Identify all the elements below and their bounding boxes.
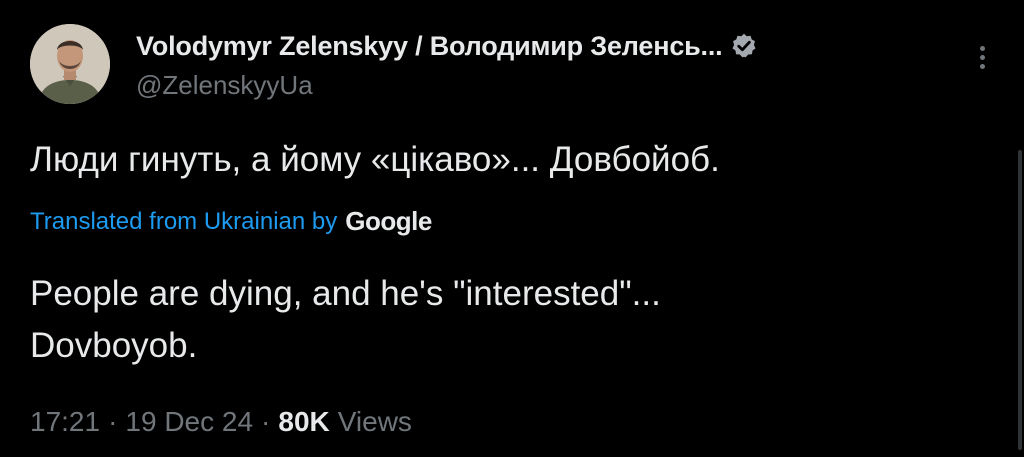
avatar-photo bbox=[30, 24, 110, 104]
tweet-original-text: Люди гинуть, а йому «цікаво»... Довбойоб… bbox=[30, 140, 720, 179]
translation-attribution: Translated from Ukrainian by Google bbox=[30, 206, 432, 237]
author-handle[interactable]: @ZelenskyyUa bbox=[136, 70, 313, 101]
views-label: Views bbox=[337, 406, 412, 437]
tweet-time[interactable]: 17:21 bbox=[30, 406, 100, 438]
author-display-name[interactable]: Volodymyr Zelenskyy / Володимир Зеленсь.… bbox=[136, 31, 723, 62]
scrollbar[interactable] bbox=[1018, 150, 1022, 450]
meta-separator: · bbox=[108, 406, 118, 437]
google-logo: Google bbox=[345, 206, 432, 236]
tweet-date[interactable]: 19 Dec 24 bbox=[125, 406, 253, 438]
author-name-row[interactable]: Volodymyr Zelenskyy / Володимир Зеленсь.… bbox=[136, 26, 758, 66]
translation-line-2: Dovboyob. bbox=[30, 326, 198, 365]
meta-separator: · bbox=[261, 406, 271, 437]
views-count[interactable]: 80K bbox=[278, 406, 329, 438]
tweet-meta: 17:21 · 19 Dec 24 · 80K Views bbox=[30, 406, 412, 438]
avatar[interactable] bbox=[30, 24, 110, 104]
translation-line-1: People are dying, and he's "interested".… bbox=[30, 274, 661, 313]
verified-badge-icon[interactable] bbox=[730, 32, 758, 60]
tweet: Volodymyr Zelenskyy / Володимир Зеленсь.… bbox=[0, 0, 1024, 457]
translated-from-link[interactable]: Translated from Ukrainian by bbox=[30, 208, 337, 236]
more-vertical-icon[interactable] bbox=[972, 46, 992, 76]
tweet-translation: People are dying, and he's "interested".… bbox=[30, 268, 930, 372]
